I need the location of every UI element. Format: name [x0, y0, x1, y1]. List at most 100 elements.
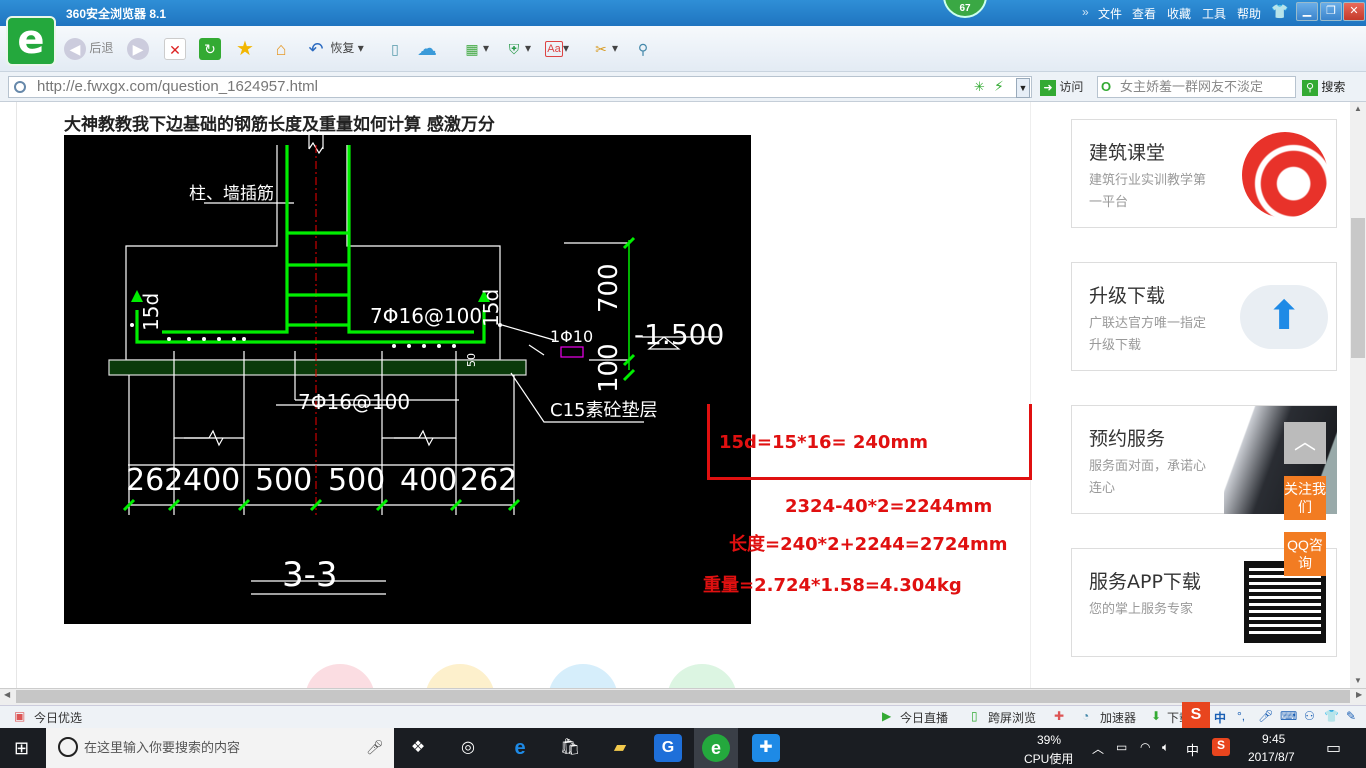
- maximize-button[interactable]: ❐: [1320, 2, 1342, 21]
- search-label: 搜索: [1321, 80, 1346, 94]
- zoom-button[interactable]: ⚲: [632, 35, 654, 61]
- store-icon[interactable]: 🛍︎: [556, 734, 584, 762]
- microphone-icon[interactable]: 🎤︎: [1258, 709, 1273, 723]
- card-building-class[interactable]: 建筑课堂 建筑行业实训教学第一平台: [1071, 119, 1337, 228]
- qq-browser-icon[interactable]: ◎: [454, 734, 482, 762]
- bar-section-marker: [560, 346, 584, 358]
- more-chevron-icon[interactable]: »: [1082, 5, 1089, 19]
- file-explorer-icon[interactable]: ▰: [606, 734, 634, 762]
- menu-file[interactable]: 文件: [1098, 5, 1122, 22]
- search-engine-icon[interactable]: O: [1101, 79, 1111, 94]
- scroll-down-icon[interactable]: ▼: [1354, 676, 1362, 685]
- ime-punct-icon[interactable]: °,: [1237, 709, 1245, 723]
- plugin-icon[interactable]: ✚: [1054, 709, 1064, 723]
- menu-favorites[interactable]: 收藏: [1167, 5, 1191, 22]
- home-icon: ⌂: [275, 38, 287, 59]
- go-button[interactable]: ➜ 访问: [1040, 76, 1083, 98]
- card-title: 升级下载: [1089, 285, 1166, 307]
- battery-icon[interactable]: ▭: [1116, 740, 1127, 754]
- status-bar: [0, 705, 1366, 728]
- screenshot-button[interactable]: ✂ ▾: [590, 35, 618, 61]
- lightning-icon[interactable]: ⚡: [994, 78, 1004, 95]
- clock-date[interactable]: 2017/8/7: [1248, 750, 1295, 764]
- status-accelerator[interactable]: 加速器: [1100, 709, 1136, 726]
- taskbar-search-input[interactable]: 在这里输入你要搜索的内容: [46, 728, 394, 768]
- card-desc: 服务面对面，承诺心连心: [1089, 459, 1207, 496]
- stop-button[interactable]: ✕: [164, 35, 186, 61]
- cad-drawing-image[interactable]: 柱、墙插筋 7Φ16@100 7Φ16@100 15d 15d 700 100 …: [64, 135, 751, 624]
- cloud-button[interactable]: ☁: [416, 35, 438, 61]
- scroll-right-icon[interactable]: ▶: [1356, 690, 1362, 699]
- ime-chinese-icon[interactable]: 中: [1214, 709, 1226, 726]
- mobile-button[interactable]: ▯: [384, 35, 406, 61]
- answer-line-2: 2324-40*2=2244mm: [785, 496, 993, 517]
- url-dropdown-icon[interactable]: ▼: [1016, 78, 1030, 98]
- globe-icon: [14, 81, 26, 93]
- refresh-icon: ↻: [199, 37, 221, 60]
- security-button[interactable]: ⛨ ▾: [503, 35, 531, 61]
- 360-browser-taskbar-icon[interactable]: e: [702, 734, 730, 762]
- search-button[interactable]: ⚲ 搜索: [1302, 76, 1345, 98]
- browser-logo-icon[interactable]: e: [6, 16, 56, 66]
- window-title: 360安全浏览器 8.1: [66, 7, 167, 21]
- apps-button[interactable]: ▦ ▾: [461, 35, 489, 61]
- status-today-picks[interactable]: 今日优选: [34, 709, 82, 726]
- microphone-icon[interactable]: 🎤︎: [366, 739, 384, 756]
- card-upgrade-download[interactable]: 升级下载 广联达官方唯一指定升级下载 ⬆: [1071, 262, 1337, 371]
- minimize-button[interactable]: ▁: [1296, 2, 1318, 21]
- card-desc: 您的掌上服务专家: [1089, 602, 1194, 617]
- menu-help[interactable]: 帮助: [1237, 5, 1261, 22]
- sogou-tray-icon[interactable]: S: [1212, 738, 1230, 756]
- status-cross-screen[interactable]: 跨屏浏览: [988, 709, 1036, 726]
- forward-button[interactable]: ▶: [127, 35, 149, 61]
- ime-indicator[interactable]: 中: [1186, 740, 1199, 759]
- menu-view[interactable]: 查看: [1132, 5, 1156, 22]
- qq-consult-button[interactable]: QQ咨询: [1284, 532, 1326, 576]
- keyboard-icon[interactable]: ⌨: [1280, 709, 1297, 723]
- close-button[interactable]: ✕: [1343, 2, 1365, 21]
- dimension-label: 400: [400, 463, 457, 498]
- restore-button[interactable]: ↶ 恢复 ▾: [305, 35, 363, 61]
- page-left-border: [16, 102, 17, 688]
- home-button[interactable]: ⌂: [270, 35, 292, 61]
- card-title: 预约服务: [1089, 428, 1166, 450]
- url-input[interactable]: http://e.fwxgx.com/question_1624957.html: [8, 76, 1032, 98]
- menu-tools[interactable]: 工具: [1202, 5, 1226, 22]
- card-title: 服务APP下载: [1089, 571, 1201, 593]
- search-input[interactable]: 女主娇羞一群网友不淡定: [1097, 76, 1296, 98]
- wrench-icon[interactable]: ✎: [1346, 709, 1356, 723]
- skin-icon[interactable]: 👕: [1324, 709, 1339, 723]
- task-view-icon[interactable]: ❖: [404, 734, 432, 762]
- phone-icon: ▯: [971, 709, 978, 723]
- app-plus-icon[interactable]: ✚: [752, 734, 780, 762]
- translate-button[interactable]: Aa ▾: [545, 35, 569, 61]
- volume-icon[interactable]: 🔈︎: [1162, 740, 1169, 755]
- windows-start-icon[interactable]: ⊞: [14, 738, 34, 758]
- question-title: 大神教教我下边基础的钢筋长度及重量如何计算 感激万分: [64, 115, 495, 135]
- scroll-up-icon[interactable]: ▲: [1354, 104, 1362, 113]
- vertical-scrollbar[interactable]: [1350, 102, 1366, 688]
- scroll-left-icon[interactable]: ◀: [4, 690, 10, 699]
- glodon-app-icon[interactable]: G: [654, 734, 682, 762]
- horizontal-scroll-thumb[interactable]: [16, 690, 1350, 703]
- favorite-button[interactable]: ★: [234, 35, 256, 61]
- label-bottom-rebar: 7Φ16@100: [298, 390, 410, 414]
- card-desc: 建筑行业实训教学第一平台: [1089, 173, 1207, 210]
- vertical-scroll-thumb[interactable]: [1351, 218, 1365, 358]
- tray-expand-icon[interactable]: ︿: [1092, 740, 1104, 757]
- wifi-icon[interactable]: ◠: [1140, 740, 1150, 754]
- brand-logo-icon: [1242, 132, 1328, 218]
- skin-shirt-icon[interactable]: 👕: [1271, 3, 1288, 20]
- notifications-icon[interactable]: ▭: [1326, 738, 1341, 758]
- clock-time[interactable]: 9:45: [1262, 732, 1285, 746]
- follow-us-button[interactable]: 关注我们: [1284, 476, 1326, 520]
- sogou-ime-icon[interactable]: S: [1182, 702, 1210, 728]
- edge-icon[interactable]: e: [506, 734, 534, 762]
- refresh-button[interactable]: ↻: [199, 35, 221, 61]
- go-label: 访问: [1059, 80, 1084, 94]
- back-to-top-button[interactable]: ︿: [1284, 422, 1326, 464]
- user-icon[interactable]: ⚇: [1304, 709, 1315, 723]
- back-button[interactable]: ◀ 后退: [64, 35, 113, 61]
- window-titlebar: 360安全浏览器 8.1: [0, 0, 1366, 26]
- status-live[interactable]: 今日直播: [900, 709, 948, 726]
